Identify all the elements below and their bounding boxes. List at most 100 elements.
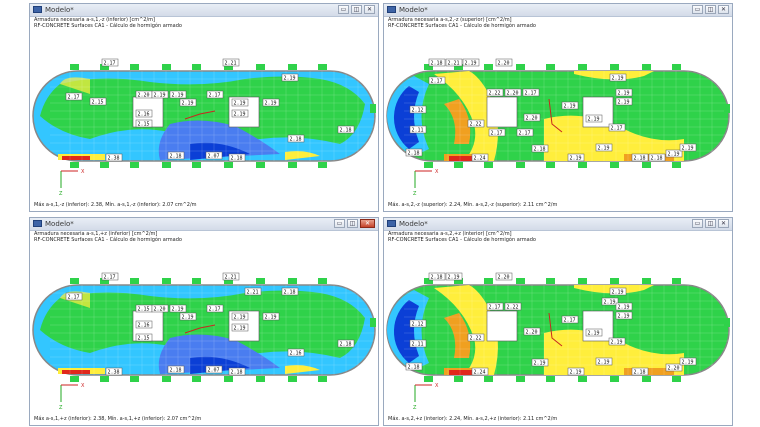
value-label: 2.19 [172,93,184,99]
value-label: 2.18 [340,128,352,134]
value-label: 2.20 [668,366,680,372]
value-label: 2.20 [498,275,510,281]
value-label: 2.19 [588,331,600,337]
value-label: 2.17 [525,91,537,97]
value-label: 2.11 [412,128,424,134]
axis-triad: X Z [59,169,85,197]
z-axis-label: Z [59,405,63,411]
value-label: 2.17 [611,126,623,132]
contour-plot[interactable]: 2.17 2.21 2.17 2.15 2.20 2.19 2.19 2.19 … [30,4,379,212]
value-label: 2.19 [598,146,610,152]
axis-triad: X Z [59,383,85,411]
model-window-1: Modelo* ▭ ◫ ✕ Armadura necesaria a-s,1,-… [29,3,379,212]
value-label: 2.19 [598,360,610,366]
value-label: 2.19 [234,101,246,107]
value-label: 2.19 [465,61,477,67]
value-label: 2.07 [208,154,220,160]
x-axis-label: X [81,383,85,389]
value-label: 2.17 [104,275,116,281]
x-axis-label: X [435,169,439,175]
value-label: 2.19 [234,112,246,118]
value-label: 2.16 [138,323,150,329]
value-label: 2.20 [507,91,519,97]
value-label: 2.18 [534,147,546,153]
axis-triad: X Z [413,169,439,197]
value-label: 2.22 [489,91,501,97]
value-label: 2.19 [265,101,277,107]
x-axis-label: X [81,169,85,175]
value-label: 2.18 [340,342,352,348]
value-label: 2.18 [231,156,243,162]
value-label: 2.18 [651,156,663,162]
value-label: 2.19 [182,101,194,107]
value-label: 2.18 [408,151,420,157]
value-label: 2.17 [564,318,576,324]
contour-plot[interactable]: 2.17 2.21 2.17 2.15 2.20 2.19 2.17 2.19 … [30,218,379,426]
value-label: 2.15 [138,307,150,313]
value-label: 2.20 [526,330,538,336]
value-label: 2.38 [108,370,120,376]
value-label: 2.24 [474,156,486,162]
value-label: 2.18 [231,370,243,376]
value-label: 2.19 [570,370,582,376]
value-label: 2.22 [507,305,519,311]
value-label: 2.18 [431,61,443,67]
value-label: 2.19 [564,104,576,110]
model-window-2: Modelo* ▭ ◫ ✕ Armadura necesaria a-s,2,-… [383,3,733,212]
value-label: 2.19 [588,117,600,123]
value-label: 2.19 [682,360,694,366]
value-label: 2.21 [448,61,460,67]
value-label: 2.19 [618,100,630,106]
value-label: 2.17 [68,95,80,101]
contour-plot[interactable]: 2.18 2.19 2.20 2.19 2.19 2.12 2.17 2.22 … [384,218,733,426]
value-label: 2.11 [412,342,424,348]
value-label: 2.24 [474,370,486,376]
value-label: 2.19 [234,315,246,321]
value-label: 2.19 [182,315,194,321]
value-label: 2.17 [209,93,221,99]
value-label: 2.19 [611,340,623,346]
value-label: 2.20 [498,61,510,67]
value-label: 2.17 [491,131,503,137]
value-label: 2.19 [682,146,694,152]
value-label: 2.22 [470,336,482,342]
value-label: 2.12 [412,322,424,328]
value-label: 2.19 [448,275,460,281]
value-label: 2.16 [290,351,302,357]
value-label: 2.07 [208,368,220,374]
value-label: 2.18 [431,275,443,281]
value-label: 2.18 [170,368,182,374]
results-summary: Máx a-s,1,-z (inferior): 2.38, Mín. a-s,… [34,202,197,208]
value-label: 2.21 [225,275,237,281]
value-label: 2.12 [412,108,424,114]
results-summary: Máx a-s,1,+z (inferior): 2.38, Mín. a-s,… [34,416,202,422]
value-label: 2.18 [290,137,302,143]
z-axis-label: Z [413,405,417,411]
results-summary: Máx. a-s,2,-z (superior): 2.24, Mín. a-s… [388,202,558,208]
value-label: 2.17 [68,295,80,301]
value-label: 2.22 [470,122,482,128]
value-label: 2.15 [138,336,150,342]
value-label: 2.19 [668,152,680,158]
value-label: 2.19 [570,156,582,162]
value-label: 2.19 [618,91,630,97]
value-label: 2.17 [104,61,116,67]
model-window-3: Modelo* ▭ ◫ ✕ Armadura necesaria a-s,1,+… [29,217,379,426]
value-label: 2.19 [604,300,616,306]
value-label: 2.20 [138,93,150,99]
value-label: 2.18 [170,154,182,160]
value-label: 2.20 [526,116,538,122]
value-label: 2.18 [408,365,420,371]
value-label: 2.18 [634,370,646,376]
z-axis-label: Z [59,191,63,197]
results-summary: Máx. a-s,2,+z (interior): 2.24, Mín. a-s… [388,416,558,422]
value-label: 2.21 [225,61,237,67]
value-label: 2.17 [519,131,531,137]
value-label: 2.19 [284,76,296,82]
z-axis-label: Z [413,191,417,197]
value-label: 2.20 [154,307,166,313]
value-label: 2.15 [138,122,150,128]
contour-plot[interactable]: 2.18 2.21 2.19 2.20 2.19 2.17 2.22 2.20 … [384,4,733,212]
x-axis-label: X [435,383,439,389]
value-label: 2.19 [234,326,246,332]
